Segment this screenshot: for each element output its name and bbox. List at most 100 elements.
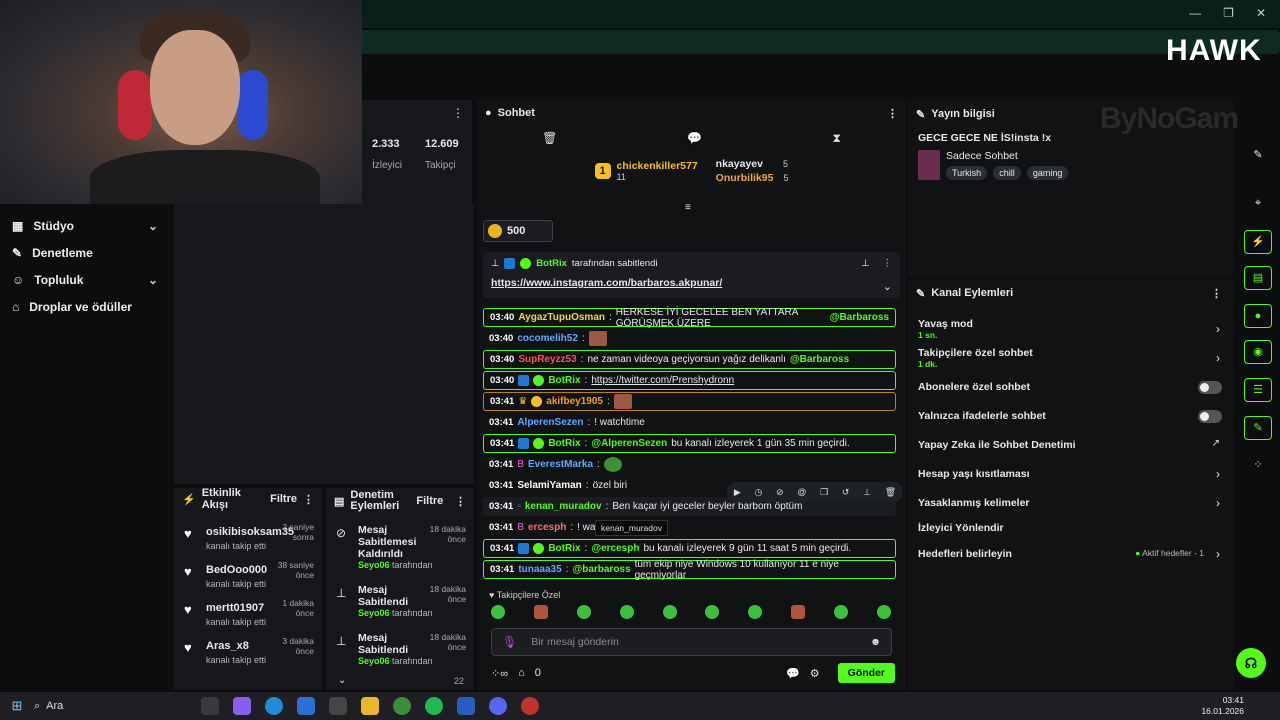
maximize-button[interactable]: ❐ xyxy=(1223,6,1234,20)
edge-icon[interactable] xyxy=(265,697,283,715)
chevron-down-icon[interactable]: ⌄ xyxy=(338,675,346,686)
action-raid[interactable]: İzleyici Yönlendir xyxy=(908,517,1234,539)
chat-message[interactable]: 03:41 BotRix: @AlperenSezen bu kanalı izley… xyxy=(483,434,896,453)
ban-icon[interactable]: ⊘ xyxy=(776,487,784,498)
action-ai-moderation[interactable]: Yapay Zeka ile Sohbet Denetimi ↗ xyxy=(908,430,1234,459)
bolt-icon[interactable]: ⚡ xyxy=(1244,230,1272,254)
pin-icon[interactable]: ⊥ xyxy=(863,487,871,498)
address-bar[interactable] xyxy=(360,30,1280,54)
mention[interactable]: @barbaross xyxy=(572,564,630,575)
more-icon[interactable]: ⋮ xyxy=(455,495,466,508)
copy-icon[interactable]: ❐ xyxy=(820,487,828,498)
subscribers-only-toggle[interactable] xyxy=(1198,381,1222,394)
xbox-icon[interactable] xyxy=(329,697,347,715)
emotes-only-toggle[interactable] xyxy=(1198,410,1222,423)
action-goals[interactable]: Hedefleri belirleyin ● Aktif hedefler - 1… xyxy=(908,539,1234,568)
username[interactable]: kenan_muradov xyxy=(525,501,602,512)
action-account-age[interactable]: Hesap yaşı kısıtlaması › xyxy=(908,459,1234,488)
help-button[interactable]: ☊ xyxy=(1236,648,1266,678)
pinned-link[interactable]: https://www.instagram.com/barbaros.akpun… xyxy=(491,277,892,289)
chat-message[interactable]: 03:40 AygazTupuOsman: HERKESE İYİ GECELEE … xyxy=(483,307,896,329)
chat-message[interactable]: 03:41 Bercesph:! watc xyxy=(483,518,896,537)
chat-message[interactable]: 03:40 SupReyzz53: ne zaman videoya geçiyor… xyxy=(483,350,896,369)
emote-icon[interactable] xyxy=(491,605,505,619)
username[interactable]: BotRix xyxy=(548,375,580,386)
edit-icon[interactable]: ✎ xyxy=(1244,144,1272,168)
category-name[interactable]: Sadece Sohbet xyxy=(946,150,1071,162)
more-icon[interactable]: ⋮ xyxy=(883,258,893,269)
wrench-icon[interactable]: ✎ xyxy=(1244,416,1272,440)
emoji-icon[interactable]: ☻ xyxy=(870,636,881,648)
mention[interactable]: @Barbaross xyxy=(790,354,849,365)
chat-input[interactable]: 🎙 Bir mesaj gönderin ☻ xyxy=(491,628,892,656)
gift-icon[interactable]: ⌂ xyxy=(518,667,525,679)
send-button[interactable]: Gönder xyxy=(837,663,895,683)
nav-moderation[interactable]: ✎ Denetleme xyxy=(0,239,172,266)
emote-icon[interactable] xyxy=(791,605,806,619)
username[interactable]: BotRix xyxy=(548,543,580,554)
chat-message[interactable]: 03:40 cocomelih52: xyxy=(483,329,896,348)
username[interactable]: SelamiYaman xyxy=(517,480,581,491)
emote-icon[interactable] xyxy=(662,605,677,619)
mention[interactable]: @AlperenSezen xyxy=(591,438,667,449)
leader-third[interactable]: Onurbilik95 5 xyxy=(716,172,789,184)
moderator-name[interactable]: Seyo06 xyxy=(358,656,390,666)
emote-icon[interactable] xyxy=(876,605,891,619)
emote-icon[interactable] xyxy=(576,605,591,619)
speech-icon[interactable]: 💬 xyxy=(687,131,702,145)
nav-drops[interactable]: ⌂ Droplar ve ödüller xyxy=(0,293,172,320)
username[interactable]: cocomelih52 xyxy=(517,333,578,344)
emote-icon[interactable] xyxy=(619,605,634,619)
username[interactable]: EverestMarka xyxy=(528,459,593,470)
chat-message[interactable]: 03:41 tunaaa35: @barbaross tüm ekip niye Wi… xyxy=(483,559,896,581)
obs-icon[interactable] xyxy=(521,697,539,715)
gear-icon[interactable]: ⚙ xyxy=(810,667,820,680)
speech-icon[interactable]: 💬 xyxy=(786,667,800,680)
chat-icon[interactable]: ● xyxy=(1244,304,1272,328)
windows-start-icon[interactable]: ⊞ xyxy=(0,698,34,714)
chat-message[interactable]: 03:41 B EverestMarka: xyxy=(483,455,896,474)
mention[interactable]: @Barbaross xyxy=(830,312,889,323)
minimize-button[interactable]: — xyxy=(1189,6,1201,20)
chevron-down-icon[interactable]: ⌄ xyxy=(883,280,892,293)
broadcast-icon[interactable]: ◉ xyxy=(1244,340,1272,364)
trash-icon[interactable]: 🗑 xyxy=(542,131,557,145)
discord-icon[interactable] xyxy=(489,697,507,715)
leader-second[interactable]: nkayayev 5 xyxy=(716,158,789,170)
mention-icon[interactable]: @ xyxy=(797,487,806,497)
nav-community[interactable]: ☺ Topluluk ⌄ xyxy=(0,266,172,293)
emote-icon[interactable] xyxy=(533,605,548,619)
leader-first[interactable]: 1 chickenkiller577 11 xyxy=(594,160,698,182)
chat-message[interactable]: 03:40 BotRix: https://twitter.com/Prenshyd… xyxy=(483,371,896,390)
chrome-icon[interactable] xyxy=(393,697,411,715)
emote-icon[interactable] xyxy=(705,605,720,619)
nav-studio[interactable]: ▦ Stüdyo ⌄ xyxy=(0,212,172,239)
trash-icon[interactable]: 🗑 xyxy=(885,487,896,498)
filter-button[interactable]: Filtre xyxy=(270,493,297,505)
action-slow-mode[interactable]: Yavaş mod 1 sn. › xyxy=(908,314,1234,343)
hourglass-icon[interactable]: ⧗ xyxy=(833,131,841,146)
system-clock[interactable]: 03:41 16.01.2026 xyxy=(1196,695,1244,717)
more-icon[interactable]: ⋮ xyxy=(452,106,464,120)
chat-message[interactable]: 03:41 ♛ akifbey1905: xyxy=(483,392,896,411)
emote-icon[interactable] xyxy=(834,605,848,619)
undo-icon[interactable]: ↺ xyxy=(842,487,850,498)
microphone-icon[interactable]: 🎙 xyxy=(502,635,517,649)
task-view-icon[interactable] xyxy=(201,697,219,715)
list-icon[interactable]: ☰ xyxy=(1244,378,1272,402)
more-icon[interactable]: ⋮ xyxy=(1211,287,1222,300)
apps-icon[interactable]: ⁘ xyxy=(1244,454,1272,478)
username[interactable]: ercesph xyxy=(528,522,566,533)
moderator-name[interactable]: Seyo06 xyxy=(358,608,390,618)
emote-icon[interactable] xyxy=(748,605,763,619)
moderator-name[interactable]: Seyo06 xyxy=(358,560,390,570)
username[interactable]: tunaaa35 xyxy=(518,564,561,575)
outlook-icon[interactable] xyxy=(297,697,315,715)
filter-button[interactable]: Filtre xyxy=(416,495,443,507)
username[interactable]: akifbey1905 xyxy=(546,396,603,407)
pin-icon[interactable]: ⊥ xyxy=(861,258,869,269)
infinity-icon[interactable]: ⁘∞ xyxy=(491,667,508,680)
chat-message[interactable]: 03:41 AlperenSezen:! watchtime xyxy=(483,413,896,432)
collapse-icon[interactable]: ≡ xyxy=(685,202,691,213)
gift-counter[interactable]: 500 xyxy=(483,220,553,242)
